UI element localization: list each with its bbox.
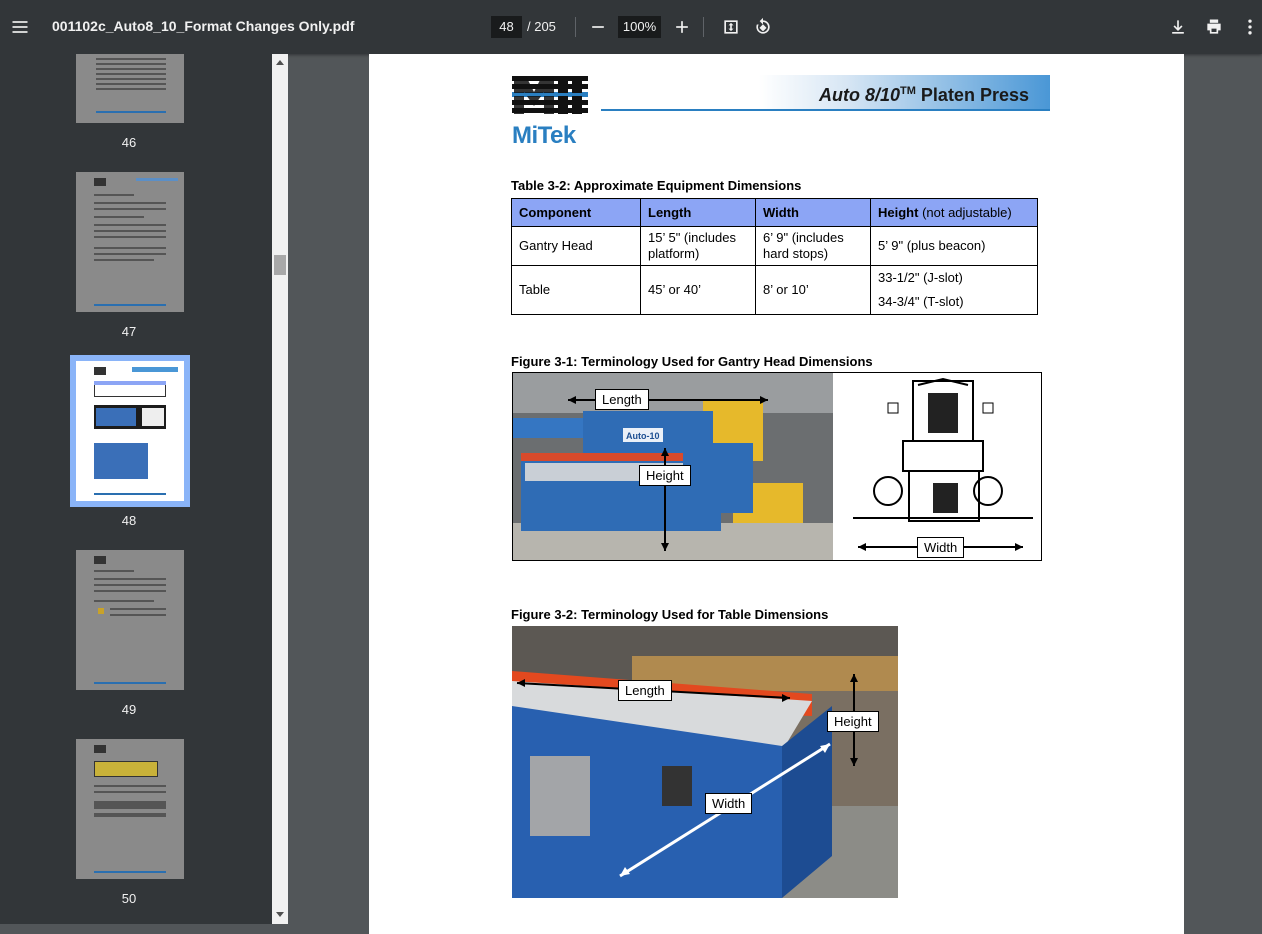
- download-icon[interactable]: [1164, 13, 1192, 41]
- table-header-cell: Component: [511, 198, 641, 227]
- length-label: Length: [595, 389, 649, 410]
- zoom-input[interactable]: 100%: [618, 16, 661, 38]
- header-rule: [601, 109, 1050, 111]
- table-header-row: Component Length Width Height (not adjus…: [511, 198, 1038, 227]
- table-cell: Table: [511, 265, 641, 315]
- print-icon[interactable]: [1200, 13, 1228, 41]
- width-label: Width: [705, 793, 753, 814]
- page-thumbnail-number: 48: [121, 513, 137, 528]
- header-title-model: Auto 8/10: [819, 85, 901, 105]
- table-caption: Table 3-2: Approximate Equipment Dimensi…: [511, 178, 802, 193]
- table-row: Gantry Head 15’ 5" (includes platform) 6…: [511, 226, 1038, 266]
- mitek-logo-text: MiTek: [512, 122, 576, 149]
- figure1-caption: Figure 3-1: Terminology Used for Gantry …: [511, 354, 873, 369]
- figure2-caption: Figure 3-2: Terminology Used for Table D…: [511, 607, 829, 622]
- menu-icon[interactable]: [6, 13, 34, 41]
- scroll-down-arrow-icon[interactable]: [276, 912, 284, 917]
- toolbar-divider: [703, 17, 704, 37]
- thumbnail-sidebar: 46 47 48 49 50: [0, 54, 272, 924]
- zoom-in-icon[interactable]: [668, 13, 696, 41]
- page-thumbnail[interactable]: [76, 550, 184, 690]
- machine-badge-text: Auto-10: [626, 431, 660, 441]
- table-cell: 45’ or 40’: [640, 265, 756, 315]
- table-cell-line: 33-1/2" (J-slot): [878, 270, 963, 285]
- page-thumbnail-number: 46: [121, 135, 137, 150]
- page-thumbnail[interactable]: [76, 172, 184, 312]
- scroll-up-arrow-icon[interactable]: [276, 60, 284, 65]
- mii-logo-icon: [512, 76, 588, 114]
- height-label: Height: [827, 711, 879, 732]
- page-thumbnail-number: 50: [121, 891, 137, 906]
- header-title-trademark: TM: [900, 85, 916, 97]
- dimensions-table: Component Length Width Height (not adjus…: [511, 198, 1038, 315]
- figure2-table-photo: Length Height Width: [512, 626, 898, 898]
- gantry-front-drawing: [853, 377, 1033, 551]
- table-header-height-note: (not adjustable): [918, 205, 1012, 220]
- table-row: Table 45’ or 40’ 8’ or 10’ 33-1/2" (J-sl…: [511, 265, 1038, 315]
- header-title-rest: Platen Press: [915, 85, 1029, 105]
- page-thumbnail-number: 47: [121, 324, 137, 339]
- table-photo: [512, 626, 898, 898]
- sidebar-scrollbar-thumb[interactable]: [274, 255, 286, 275]
- document-title: 001102c_Auto8_10_Format Changes Only.pdf: [52, 18, 355, 34]
- page-thumbnail-number: 49: [121, 702, 137, 717]
- width-label: Width: [917, 537, 965, 558]
- table-cell: 33-1/2" (J-slot) 34-3/4" (T-slot): [870, 265, 1038, 315]
- table-cell: 8’ or 10’: [755, 265, 871, 315]
- table-header-cell: Height (not adjustable): [870, 198, 1038, 227]
- more-options-icon[interactable]: [1236, 13, 1262, 41]
- pdf-page: MiTek Auto 8/10TM Platen Press Table 3-2…: [369, 54, 1184, 934]
- page-thumbnail[interactable]: [76, 54, 184, 123]
- page-total: / 205: [527, 19, 556, 34]
- table-cell: Gantry Head: [511, 226, 641, 266]
- page-thumbnail[interactable]: [76, 739, 184, 879]
- pdf-toolbar: 001102c_Auto8_10_Format Changes Only.pdf…: [0, 0, 1262, 54]
- table-cell: 5’ 9" (plus beacon): [870, 226, 1038, 266]
- rotate-icon[interactable]: [749, 13, 777, 41]
- table-header-cell: Width: [755, 198, 871, 227]
- sidebar-scrollbar[interactable]: [272, 54, 288, 924]
- table-cell: 6’ 9" (includes hard stops): [755, 226, 871, 266]
- length-label: Length: [618, 680, 672, 701]
- table-cell: 15’ 5" (includes platform): [640, 226, 756, 266]
- zoom-out-icon[interactable]: [584, 13, 612, 41]
- fit-page-icon[interactable]: [717, 13, 745, 41]
- table-header-cell: Length: [640, 198, 756, 227]
- page-number-input[interactable]: 48: [491, 16, 522, 38]
- height-label: Height: [639, 465, 691, 486]
- table-header-height: Height: [878, 205, 919, 220]
- table-cell-line: 34-3/4" (T-slot): [878, 294, 964, 309]
- page-thumbnail-current[interactable]: [76, 361, 184, 501]
- header-title: Auto 8/10TM Platen Press: [819, 85, 1029, 106]
- figure1-gantry-head: Auto-10 Length Height Width: [512, 372, 1042, 561]
- toolbar-divider: [575, 17, 576, 37]
